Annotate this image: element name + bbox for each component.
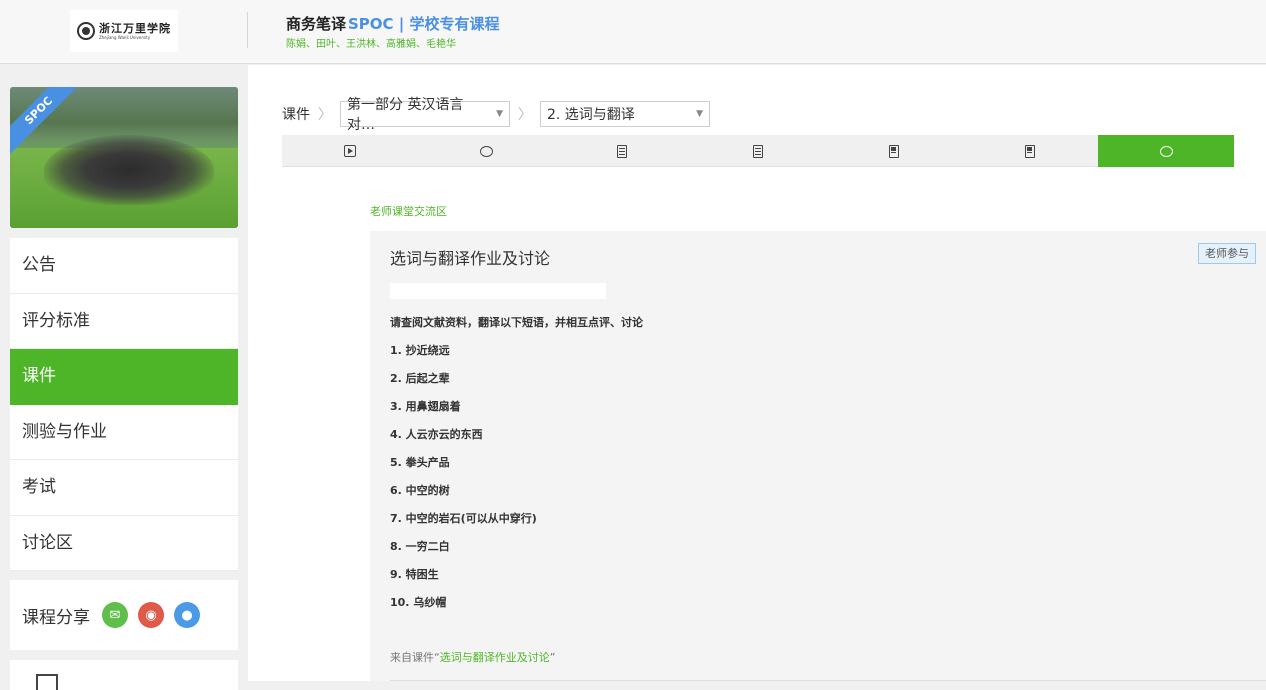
university-seal-icon (77, 22, 95, 40)
list-item: 1. 抄近绕远 (390, 344, 450, 357)
nav-item-announcements[interactable]: 公告 (10, 238, 238, 294)
video-icon (344, 145, 356, 157)
section-label: 老师课堂交流区 (370, 205, 447, 218)
header-divider (247, 12, 248, 48)
weibo-icon[interactable]: ◉ (138, 602, 164, 628)
list-item: 7. 中空的岩石(可以从中穿行) (390, 512, 537, 525)
breadcrumb-root[interactable]: 课件 (282, 104, 310, 124)
chevron-down-icon: ▼ (696, 109, 703, 119)
nav-item-quizzes-assignments[interactable]: 测验与作业 (10, 404, 238, 460)
list-item: 9. 特困生 (390, 568, 439, 581)
discussion-icon (479, 145, 493, 157)
nav-item-discussion[interactable]: 讨论区 (10, 515, 238, 571)
list-item: 8. 一穷二白 (390, 540, 450, 553)
logo-chinese-name: 浙江万里学院 (99, 21, 171, 35)
quiz-icon (889, 144, 899, 158)
teacher-participated-badge: 老师参与 (1198, 243, 1256, 264)
list-item: 5. 拳头产品 (390, 456, 450, 469)
tab-document-2[interactable] (690, 135, 826, 167)
sidebar-extra-panel (10, 660, 238, 690)
discussion-post: 选词与翻译作业及讨论 老师参与 请查阅文献资料，翻译以下短语，并相互点评、讨论 … (370, 231, 1266, 681)
post-instruction: 请查阅文献资料，翻译以下短语，并相互点评、讨论 (390, 316, 643, 329)
source-courseware-link[interactable]: 选词与翻译作业及讨论 (440, 651, 550, 664)
post-blank-bar (390, 283, 606, 299)
nav-item-courseware[interactable]: 课件 (10, 349, 238, 405)
list-item: 2. 后起之辈 (390, 372, 450, 385)
tab-discussion-1[interactable] (418, 135, 554, 167)
course-teachers[interactable]: 陈娟、田叶、王洪林、高雅娟、毛艳华 (286, 35, 456, 50)
university-logo[interactable]: 浙江万里学院 Zhejiang Wanli University (70, 10, 178, 52)
post-title[interactable]: 选词与翻译作业及讨论 (390, 245, 550, 269)
tab-quiz-1[interactable] (826, 135, 962, 167)
panel-icon[interactable] (36, 674, 58, 690)
breadcrumb: 课件 〉 第一部分 英汉语言对… ▼ 〉 2. 选词与翻译 ▼ (282, 97, 710, 133)
list-item: 3. 用鼻翅扇着 (390, 400, 461, 413)
unit-tabbar (282, 135, 1234, 167)
chapter-select-value: 第一部分 英汉语言对… (347, 97, 464, 133)
tab-document-1[interactable] (554, 135, 690, 167)
quiz-icon (1025, 144, 1035, 158)
main-content: 课件 〉 第一部分 英汉语言对… ▼ 〉 2. 选词与翻译 ▼ 老师课堂交流区 … (248, 65, 1266, 681)
tab-discussion-active[interactable] (1098, 135, 1234, 167)
course-type-tag: SPOC | 学校专有课程 (348, 15, 500, 33)
chevron-down-icon: ▼ (496, 109, 503, 119)
qq-icon[interactable]: ● (174, 602, 200, 628)
nav-item-grading-criteria[interactable]: 评分标准 (10, 293, 238, 349)
course-nav: 公告 评分标准 课件 测验与作业 考试 讨论区 (10, 238, 238, 571)
course-share: 课程分享 ✉ ◉ ● (10, 580, 238, 650)
chevron-right-icon: 〉 (318, 107, 332, 123)
tab-quiz-2[interactable] (962, 135, 1098, 167)
wechat-icon[interactable]: ✉ (102, 602, 128, 628)
chapter-select[interactable]: 第一部分 英汉语言对… ▼ (340, 97, 510, 133)
list-item: 4. 人云亦云的东西 (390, 428, 483, 441)
discussion-icon (1159, 145, 1173, 157)
document-icon (753, 144, 763, 158)
course-title: 商务笔译 (286, 15, 347, 33)
tab-video[interactable] (282, 135, 418, 167)
lesson-select-value: 2. 选词与翻译 (547, 107, 635, 123)
list-item: 6. 中空的树 (390, 484, 450, 497)
share-label: 课程分享 (22, 607, 90, 628)
document-icon (617, 144, 627, 158)
top-header: 浙江万里学院 Zhejiang Wanli University 商务笔译 SP… (0, 0, 1266, 64)
list-item: 10. 乌纱帽 (390, 596, 447, 609)
post-source: 来自课件“选词与翻译作业及讨论” (390, 651, 556, 664)
nav-item-exams[interactable]: 考试 (10, 460, 238, 516)
chevron-right-icon: 〉 (518, 107, 532, 123)
course-cover-image: SPOC (10, 87, 238, 228)
lesson-select[interactable]: 2. 选词与翻译 ▼ (540, 101, 710, 127)
post-body: 请查阅文献资料，翻译以下短语，并相互点评、讨论 1. 抄近绕远 2. 后起之辈 … (390, 309, 643, 617)
logo-english-name: Zhejiang Wanli University (99, 34, 151, 40)
